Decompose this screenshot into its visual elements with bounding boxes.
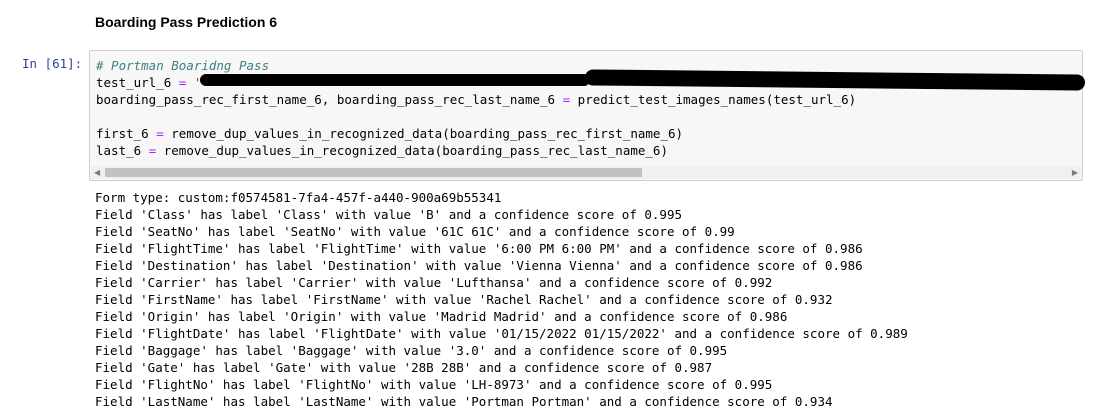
output-line: Field 'Carrier' has label 'Carrier' with… — [95, 275, 773, 290]
scroll-right-arrow-icon[interactable]: ▶ — [1072, 166, 1078, 179]
output-line: Field 'FirstName' has label 'FirstName' … — [95, 292, 833, 307]
output-line: Field 'Baggage' has label 'Baggage' with… — [95, 343, 728, 358]
output-line: Field 'Origin' has label 'Origin' with v… — [95, 309, 788, 324]
output-line: Field 'FlightNo' has label 'FlightNo' wi… — [95, 377, 773, 392]
output-line: Field 'FlightTime' has label 'FlightTime… — [95, 241, 863, 256]
output-line: Field 'SeatNo' has label 'SeatNo' with v… — [95, 224, 735, 239]
horizontal-scrollbar[interactable]: ◀ ▶ — [91, 166, 1081, 179]
code-line-last: last_6 = remove_dup_values_in_recognized… — [96, 143, 668, 158]
output-line: Field 'FlightDate' has label 'FlightDate… — [95, 326, 908, 341]
output-line: Field 'Class' has label 'Class' with val… — [95, 207, 682, 222]
scroll-left-arrow-icon[interactable]: ◀ — [94, 166, 100, 179]
code-comment: # Portman Boaridng Pass — [96, 58, 270, 73]
code-line-first: first_6 = remove_dup_values_in_recognize… — [96, 126, 684, 141]
redaction-mark — [200, 74, 590, 86]
output-line: Field 'Gate' has label 'Gate' with value… — [95, 360, 713, 375]
output-line: Field 'Destination' has label 'Destinati… — [95, 258, 863, 273]
code-cell[interactable]: # Portman Boaridng Pass test_url_6 = ' b… — [89, 50, 1086, 181]
code-line-test-url: test_url_6 = ' — [96, 75, 202, 90]
output-line: Form type: custom:f0574581-7fa4-457f-a44… — [95, 190, 502, 205]
cell-output: Form type: custom:f0574581-7fa4-457f-a44… — [95, 189, 908, 410]
code-line-predict: boarding_pass_rec_first_name_6, boarding… — [96, 92, 857, 107]
output-line: Field 'LastName' has label 'LastName' wi… — [95, 394, 833, 409]
scrollbar-thumb[interactable] — [105, 168, 642, 177]
cell-prompt: In [61]: — [22, 56, 83, 71]
markdown-heading: Boarding Pass Prediction 6 — [95, 14, 278, 30]
